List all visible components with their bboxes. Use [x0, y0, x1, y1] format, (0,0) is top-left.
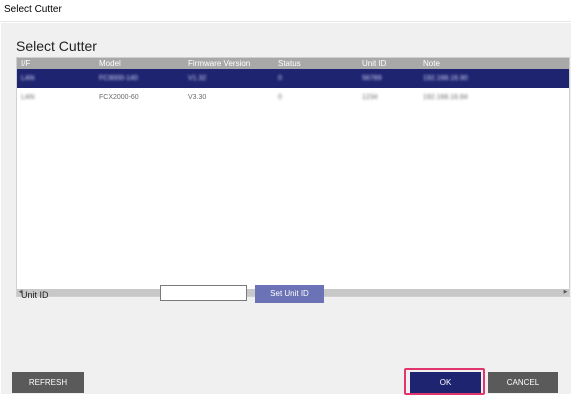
- table-row[interactable]: LAN FCX2000-60 V3.30 0 1234 192.168.16.8…: [17, 88, 569, 107]
- refresh-button[interactable]: REFRESH: [12, 372, 84, 393]
- cell-firmware: V1.32: [188, 75, 207, 82]
- cell-if: LAN: [21, 75, 35, 82]
- set-unit-id-button[interactable]: Set Unit ID: [255, 285, 324, 303]
- cell-model: FCX2000-60: [99, 94, 139, 101]
- cutter-table: I/F Model Firmware Version Status Unit I…: [16, 57, 570, 297]
- dialog-heading: Select Cutter: [16, 38, 97, 54]
- table-header: I/F Model Firmware Version Status Unit I…: [17, 58, 569, 69]
- title-bar: Select Cutter: [0, 0, 571, 22]
- unit-id-input[interactable]: [160, 285, 247, 301]
- column-header-unit-id[interactable]: Unit ID: [362, 58, 386, 69]
- column-header-if[interactable]: I/F: [21, 58, 30, 69]
- cell-note: 192.168.16.84: [423, 94, 468, 101]
- cell-status: 0: [278, 75, 282, 82]
- column-header-status[interactable]: Status: [278, 58, 301, 69]
- cancel-button[interactable]: CANCEL: [488, 372, 558, 393]
- ok-button[interactable]: OK: [410, 372, 481, 393]
- cell-if: LAN: [21, 94, 35, 101]
- cell-firmware: V3.30: [188, 94, 207, 101]
- column-header-note[interactable]: Note: [423, 58, 440, 69]
- scroll-right-icon[interactable]: ▶: [562, 289, 569, 296]
- cell-unit-id: 1234: [362, 94, 378, 101]
- unit-id-label: Unit ID: [21, 290, 49, 300]
- column-header-model[interactable]: Model: [99, 58, 121, 69]
- cell-model: FC9000-140: [99, 75, 138, 82]
- column-header-firmware[interactable]: Firmware Version: [188, 58, 250, 69]
- table-row[interactable]: LAN FC9000-140 V1.32 0 56789 192.168.16.…: [17, 69, 569, 88]
- cell-unit-id: 56789: [362, 75, 382, 82]
- cell-status: 0: [278, 94, 282, 101]
- cell-note: 192.168.16.90: [423, 75, 468, 82]
- window-title: Select Cutter: [4, 4, 62, 15]
- dialog-panel: Select Cutter I/F Model Firmware Version…: [1, 23, 571, 395]
